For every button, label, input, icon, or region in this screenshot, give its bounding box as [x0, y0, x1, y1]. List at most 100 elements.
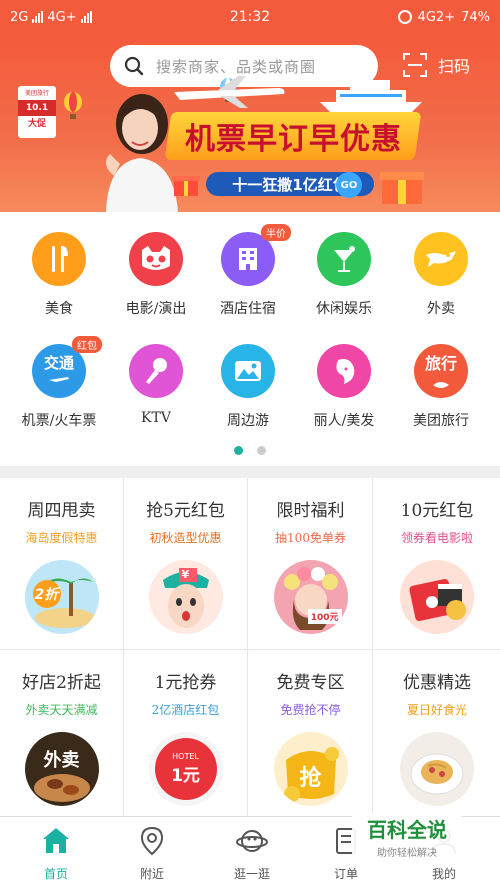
category-tag: 半价	[261, 224, 291, 241]
category-beauty[interactable]: 丽人/美发	[294, 344, 394, 430]
flower-woman-image: 100元	[273, 560, 348, 634]
category-label: 丽人/美发	[313, 413, 375, 429]
category-label: 机票/火车票	[21, 413, 97, 429]
promo-img-text: 2折	[34, 587, 59, 603]
signal-icon	[32, 11, 44, 23]
nav-label: 首页	[43, 867, 68, 881]
hotel-word: HOTEL	[172, 752, 199, 761]
hotel-coupon-image: HOTEL 1元	[148, 732, 223, 806]
nav-explore[interactable]: 逛一逛	[202, 817, 302, 888]
fork-knife-icon	[32, 232, 86, 286]
promo-img-text: 1元	[171, 766, 200, 786]
promo-badge-logo: 美团旅行 10.1 大促	[18, 86, 56, 138]
promo-img-text: 外卖	[43, 750, 80, 771]
header-banner[interactable]: 搜索商家、品类或商圈 扫码 美团旅行 10.1 大促 机票早订早优惠 十一狂撒1…	[0, 34, 500, 212]
promo-free-zone[interactable]: 免费专区 免费抢不停 抢	[249, 650, 373, 816]
travel-text: 旅行	[424, 353, 457, 373]
network-label: 4G2+	[417, 9, 456, 25]
promo-title: 限时福利	[276, 501, 345, 521]
building-icon: 半价	[221, 224, 291, 286]
promo-one-yuan-coupon[interactable]: 1元抢券 2亿酒店红包 HOTEL 1元	[124, 650, 248, 816]
promo-title: 优惠精选	[403, 673, 471, 693]
promo-subtitle: 初秋造型优惠	[149, 531, 222, 545]
nav-label: 我的	[431, 867, 456, 881]
island-image: 2折	[24, 560, 99, 634]
promo-subtitle: 免费抢不停	[280, 703, 341, 717]
category-travel[interactable]: 旅行 美团旅行	[391, 344, 491, 430]
promo-subtitle: 2亿酒店红包	[151, 703, 220, 717]
cinema-image	[400, 560, 474, 634]
plane-icon: 交通 红包	[32, 336, 102, 398]
cruise-ship-icon	[320, 80, 422, 112]
balloon-icon	[64, 92, 82, 119]
promo-thursday-sale[interactable]: 周四甩卖 海岛度假特惠 2折	[0, 478, 124, 650]
woman-face-icon	[317, 344, 371, 398]
cocktail-icon	[317, 232, 371, 286]
promo-grid: 周四甩卖 海岛度假特惠 2折 抢5元红包 初秋造型优惠 ¥ 限时福利 抽100免…	[0, 478, 500, 816]
watermark-subtitle: 助你轻松解决	[377, 848, 437, 859]
search-icon	[124, 56, 144, 76]
category-ktv[interactable]: KTV	[106, 344, 206, 426]
gold-coin-image: 抢	[273, 732, 348, 806]
category-hotel[interactable]: 半价 酒店住宿	[198, 224, 298, 318]
pasta-image	[400, 732, 474, 806]
category-takeout[interactable]: 外卖	[391, 232, 491, 318]
gift-icon	[380, 172, 424, 204]
mountain-icon	[221, 344, 275, 398]
promo-img-text: ¥	[181, 568, 190, 581]
status-bar: 2G 4G+ 21:32 4G2+ 74%	[0, 0, 500, 34]
category-leisure[interactable]: 休闲娱乐	[294, 232, 394, 318]
promo-limited-welfare[interactable]: 限时福利 抽100免单券 100元	[249, 478, 373, 650]
promo-title: 周四甩卖	[27, 501, 96, 521]
category-label: 美食	[45, 301, 73, 317]
promo-featured-deals[interactable]: 优惠精选 夏日好食光	[374, 650, 500, 816]
promo-subtitle: 外卖天天满减	[25, 703, 98, 717]
banner-title-text: 机票早订早优惠	[184, 122, 402, 157]
category-label: 外卖	[427, 301, 455, 317]
category-movie[interactable]: 电影/演出	[106, 232, 206, 318]
gift-icon	[172, 176, 200, 196]
battery-label: 74%	[461, 9, 490, 25]
page-dot[interactable]	[257, 446, 266, 455]
promo-title: 免费专区	[276, 673, 345, 693]
nav-label: 附近	[139, 867, 164, 881]
category-nearby-trip[interactable]: 周边游	[198, 344, 298, 430]
promo-title: 抢5元红包	[146, 501, 225, 521]
nav-label: 订单	[333, 867, 358, 881]
nav-home[interactable]: 首页	[6, 817, 106, 888]
category-transport[interactable]: 交通 红包 机票/火车票	[9, 336, 109, 430]
promo-red-packet-5[interactable]: 抢5元红包 初秋造型优惠 ¥	[124, 478, 248, 650]
badge-sub-text: 大促	[27, 119, 46, 129]
category-label: KTV	[141, 410, 171, 426]
home-icon	[43, 828, 69, 853]
category-food[interactable]: 美食	[9, 232, 109, 318]
carrier2-label: 4G+	[47, 9, 77, 25]
category-grid: 美食 电影/演出 半价 酒店住宿 休闲娱乐 外卖 交通 红包 机票/火车票 KT…	[0, 212, 500, 462]
page-dot-active[interactable]	[234, 446, 243, 455]
category-label: 电影/演出	[125, 301, 187, 317]
promo-good-shop-discount[interactable]: 好店2折起 外卖天天满减 外卖	[0, 650, 124, 816]
status-left: 2G 4G+	[10, 10, 92, 25]
promo-subtitle: 领券看电影啦	[400, 531, 473, 545]
page-indicator[interactable]	[0, 446, 500, 455]
section-divider	[0, 466, 500, 478]
category-label: 休闲娱乐	[316, 301, 372, 317]
promo-title: 1元抢券	[154, 673, 217, 693]
category-label: 酒店住宿	[220, 301, 276, 317]
promo-img-text: 100元	[307, 609, 342, 624]
nav-nearby[interactable]: 附近	[102, 817, 202, 888]
badge-small-text: 美团旅行	[24, 90, 49, 97]
go-badge[interactable]: GO	[336, 172, 362, 198]
watermark-logo: 百科全说 助你轻松解决	[352, 812, 462, 860]
badge-big-text: 10.1	[18, 100, 56, 116]
watermark-title: 百科全说	[367, 818, 447, 842]
scan-label: 扫码	[438, 57, 471, 76]
location-pin-icon	[140, 826, 164, 856]
cat-face-icon	[129, 232, 183, 286]
promo-red-packet-10[interactable]: 10元红包 领券看电影啦	[374, 478, 500, 650]
planet-icon	[236, 830, 268, 852]
category-tag: 红包	[72, 336, 102, 353]
promo-subtitle: 海岛度假特惠	[25, 531, 98, 545]
category-label: 美团旅行	[413, 413, 469, 429]
category-label: 周边游	[227, 413, 269, 429]
